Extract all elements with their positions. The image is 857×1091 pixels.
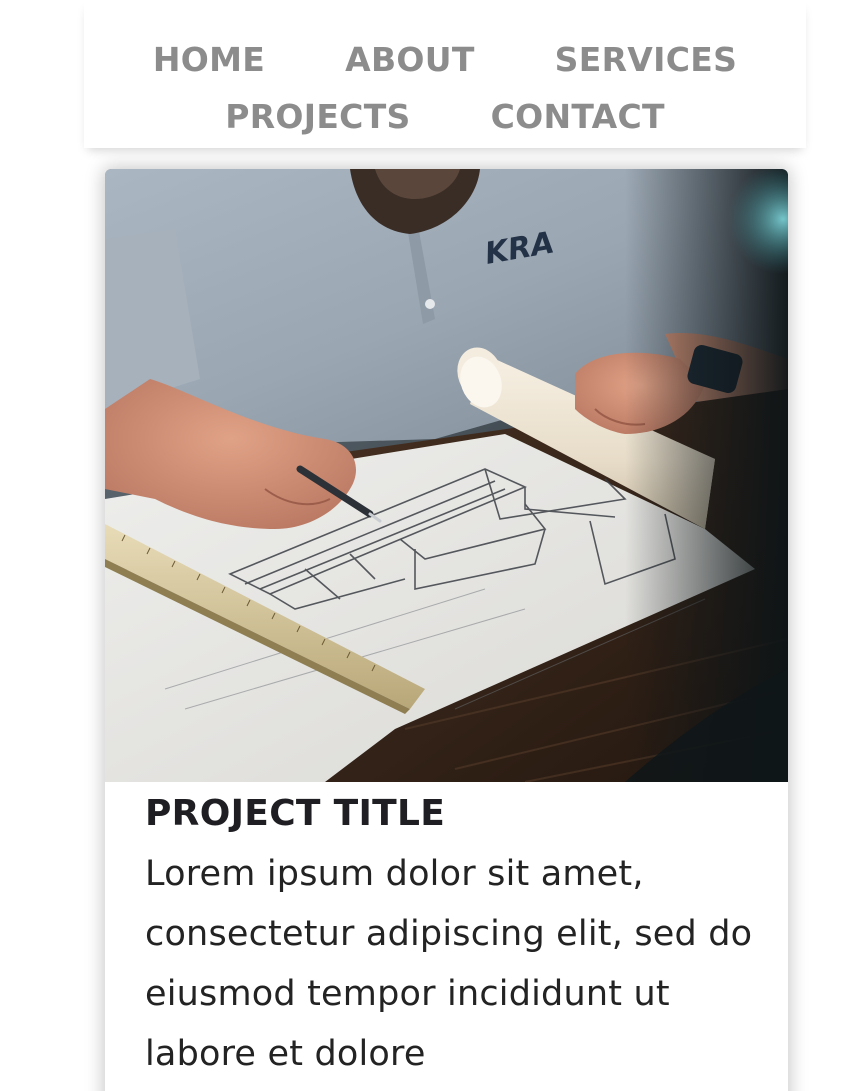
project-image: KRA bbox=[105, 169, 788, 782]
nav-link-services[interactable]: SERVICES bbox=[555, 40, 737, 80]
page: HOME ABOUT SERVICES PROJECTS CONTACT KRA… bbox=[0, 0, 857, 1091]
main-navigation: HOME ABOUT SERVICES PROJECTS CONTACT bbox=[84, 0, 806, 148]
project-card-body: PROJECT TITLE Lorem ipsum dolor sit amet… bbox=[145, 789, 755, 1084]
project-description: Lorem ipsum dolor sit amet, consectetur … bbox=[145, 854, 753, 1074]
nav-row-1: HOME ABOUT SERVICES bbox=[84, 40, 806, 80]
nav-link-projects[interactable]: PROJECTS bbox=[225, 97, 410, 137]
nav-link-home[interactable]: HOME bbox=[153, 40, 265, 80]
project-title: PROJECT TITLE bbox=[145, 793, 446, 834]
project-card[interactable]: KRA PROJECT TITLE Lorem ipsum dolor sit … bbox=[105, 169, 788, 1091]
nav-link-about[interactable]: ABOUT bbox=[345, 40, 475, 80]
nav-row-2: PROJECTS CONTACT bbox=[84, 97, 806, 137]
nav-link-contact[interactable]: CONTACT bbox=[491, 97, 665, 137]
